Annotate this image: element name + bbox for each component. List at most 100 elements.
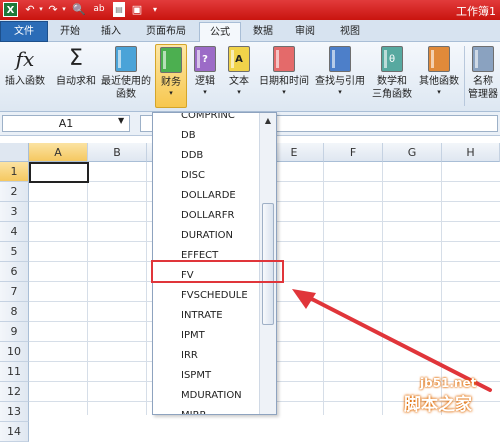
- chevron-down-icon: ▾: [282, 88, 286, 96]
- redo-icon[interactable]: ↷: [47, 2, 59, 17]
- logical-book-icon: ?: [194, 46, 216, 72]
- name-manager-button[interactable]: 名称 管理器: [466, 44, 500, 108]
- chevron-down-icon: ▾: [437, 88, 441, 96]
- function-item-db[interactable]: DB: [153, 126, 259, 146]
- column-header-g[interactable]: G: [383, 143, 442, 162]
- customize-quick-access-icon[interactable]: ▾: [150, 2, 160, 17]
- date-time-button[interactable]: 日期和时间 ▾: [258, 44, 310, 108]
- more-functions-book-icon: [428, 46, 450, 72]
- row-header-8[interactable]: 8: [0, 302, 29, 322]
- tab-data[interactable]: 数据: [245, 22, 281, 42]
- function-item-mduration[interactable]: MDURATION: [153, 386, 259, 406]
- new-document-icon[interactable]: ▤: [113, 2, 125, 17]
- date-time-label: 日期和时间: [259, 76, 309, 87]
- math-trig-label-2: 三角函数: [372, 89, 412, 100]
- row-header-12[interactable]: 12: [0, 382, 29, 402]
- function-item-dollarde[interactable]: DOLLARDE: [153, 186, 259, 206]
- tab-insert[interactable]: 插入: [93, 22, 129, 42]
- recently-used-button[interactable]: 最近使用的 函数: [100, 44, 152, 108]
- lookup-reference-button[interactable]: 查找与引用 ▾: [313, 44, 367, 108]
- insert-function-button[interactable]: fx 插入函数: [2, 44, 48, 108]
- text-button[interactable]: A 文本 ▾: [224, 44, 254, 108]
- column-header-f[interactable]: F: [324, 143, 383, 162]
- function-item-ispmt[interactable]: ISPMT: [153, 366, 259, 386]
- chevron-down-icon: ▾: [169, 89, 173, 97]
- save-icon[interactable]: ▣: [130, 2, 144, 17]
- row-header-7[interactable]: 7: [0, 282, 29, 302]
- chevron-down-icon[interactable]: ▼: [118, 116, 124, 125]
- function-item-irr[interactable]: IRR: [153, 346, 259, 366]
- row-header-10[interactable]: 10: [0, 342, 29, 362]
- column-header-a[interactable]: A: [29, 143, 88, 162]
- row-header-14[interactable]: 14: [0, 422, 29, 442]
- function-item-intrate[interactable]: INTRATE: [153, 306, 259, 326]
- excel-icon[interactable]: X: [3, 2, 18, 17]
- window-title: 工作簿1: [456, 5, 496, 18]
- insert-function-label: 插入函数: [5, 76, 45, 87]
- math-trig-button[interactable]: θ 数学和 三角函数: [370, 44, 414, 108]
- row-header-1[interactable]: 1: [0, 162, 29, 182]
- print-preview-icon[interactable]: 🔍: [72, 2, 86, 17]
- row-header-9[interactable]: 9: [0, 322, 29, 342]
- function-item-fvschedule[interactable]: FVSCHEDULE: [153, 286, 259, 306]
- function-item-disc[interactable]: DISC: [153, 166, 259, 186]
- column-header-h[interactable]: H: [442, 143, 500, 162]
- financial-book-icon: [160, 47, 182, 73]
- function-item-mirr[interactable]: MIRR: [153, 406, 259, 414]
- tab-file[interactable]: 文件: [0, 21, 48, 42]
- column-header-b[interactable]: B: [88, 143, 147, 162]
- function-item-duration[interactable]: DURATION: [153, 226, 259, 246]
- more-functions-label: 其他函数: [419, 76, 459, 87]
- tab-view[interactable]: 视图: [330, 22, 370, 42]
- row-header-13[interactable]: 13: [0, 402, 29, 422]
- row-header-3[interactable]: 3: [0, 202, 29, 222]
- tab-formulas[interactable]: 公式: [199, 22, 241, 43]
- scroll-up-icon[interactable]: ▲: [262, 115, 274, 127]
- chevron-down-icon: ▾: [203, 88, 207, 96]
- watermark-name: 脚本之家: [404, 395, 472, 415]
- row-header-11[interactable]: 11: [0, 362, 29, 382]
- sigma-icon: Σ: [69, 46, 83, 71]
- ribbon-separator: [464, 46, 465, 106]
- lookup-reference-label: 查找与引用: [315, 76, 365, 87]
- logical-label: 逻辑: [195, 76, 215, 87]
- logical-button[interactable]: ? 逻辑 ▾: [190, 44, 220, 108]
- name-manager-icon: [472, 46, 494, 72]
- chevron-down-icon: ▾: [237, 88, 241, 96]
- math-trig-label-1: 数学和: [377, 76, 407, 87]
- name-manager-label-2: 管理器: [468, 89, 498, 100]
- autosum-button[interactable]: Σ 自动求和: [54, 44, 98, 108]
- row-header-6[interactable]: 6: [0, 262, 29, 282]
- row-header-5[interactable]: 5: [0, 242, 29, 262]
- spelling-icon[interactable]: ab: [92, 2, 106, 17]
- function-item-ipmt[interactable]: IPMT: [153, 326, 259, 346]
- name-box[interactable]: A1: [2, 115, 130, 132]
- more-functions-button[interactable]: 其他函数 ▾: [416, 44, 462, 108]
- undo-icon[interactable]: ↶: [24, 2, 36, 17]
- title-bar: X ↶ ▾ ↷ ▾ 🔍 ab ▤ ▣ ▾ 工作簿1: [0, 0, 500, 20]
- text-label: 文本: [229, 76, 249, 87]
- row-header-2[interactable]: 2: [0, 182, 29, 202]
- chevron-down-icon: ▾: [338, 88, 342, 96]
- lookup-book-icon: [329, 46, 351, 72]
- row-header-4[interactable]: 4: [0, 222, 29, 242]
- ribbon: fx 插入函数 Σ 自动求和 最近使用的 函数 财务 ▾ ? 逻辑 ▾ A 文本…: [0, 42, 500, 112]
- financial-button[interactable]: 财务 ▾: [155, 44, 187, 108]
- name-manager-label-1: 名称: [473, 76, 493, 87]
- redo-dropdown-icon[interactable]: ▾: [60, 2, 68, 17]
- tab-home[interactable]: 开始: [52, 22, 88, 42]
- function-item-ddb[interactable]: DDB: [153, 146, 259, 166]
- function-item-dollarfr[interactable]: DOLLARFR: [153, 206, 259, 226]
- clock-book-icon: [273, 46, 295, 72]
- select-all-corner[interactable]: [0, 143, 29, 162]
- tab-page-layout[interactable]: 页面布局: [136, 22, 196, 42]
- theta-book-icon: θ: [381, 46, 403, 72]
- recently-used-label-2: 函数: [116, 89, 136, 100]
- financial-label: 财务: [161, 77, 181, 88]
- active-cell[interactable]: [29, 162, 89, 183]
- function-item-comprinc[interactable]: COMPRINC: [153, 113, 259, 126]
- recently-used-label-1: 最近使用的: [101, 76, 151, 87]
- tab-review[interactable]: 审阅: [285, 22, 325, 42]
- star-book-icon: [115, 46, 137, 72]
- undo-dropdown-icon[interactable]: ▾: [37, 2, 45, 17]
